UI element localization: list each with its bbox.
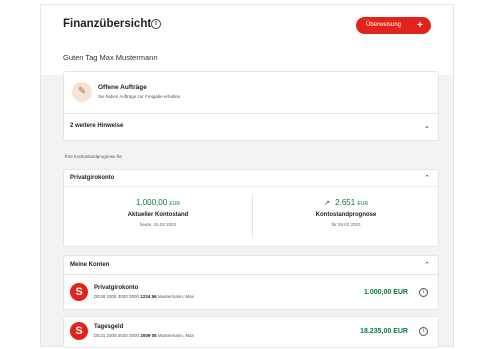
info-icon[interactable]: i	[419, 327, 428, 336]
sparkasse-logo-icon: S	[70, 283, 88, 301]
chevron-up-icon[interactable]: ⌃	[424, 174, 430, 182]
info-icon[interactable]: i	[419, 288, 428, 297]
iban-account-number: 2009 05	[140, 333, 157, 338]
more-hints-toggle[interactable]: 2 weitere Hinweise	[70, 123, 123, 129]
transfer-button-label: Überweisung	[366, 22, 402, 28]
divider	[64, 113, 438, 114]
account-row[interactable]: S Privatgirokonto DE28 2305 3030 0000 12…	[64, 278, 438, 308]
forecast-label: Kontostandprognose	[315, 212, 377, 218]
forecast-header[interactable]: Privatgirokonto ⌃	[64, 170, 438, 187]
trend-up-icon: ↗	[324, 200, 330, 207]
iban-prefix: DE28 2305 3030 0000	[94, 294, 140, 299]
accounts-header[interactable]: Meine Konten	[70, 262, 109, 268]
plus-icon: +	[417, 20, 423, 31]
page-header: Finanzübersicht i Überweisung + Guten Ta…	[41, 5, 453, 75]
current-balance-amount: 1.000,00 EUR	[64, 198, 252, 207]
open-orders-card: ✎ Offene Aufträge Sie haben Aufträge zur…	[63, 71, 439, 141]
account-balance: 1.000,00 EUR	[364, 289, 408, 296]
current-balance-column: 1.000,00 EUR Aktueller Kontostand heute,…	[64, 198, 252, 227]
forecast-account-label: Privatgirokonto	[70, 175, 115, 181]
account-name: Privatgirokonto	[94, 285, 139, 291]
chevron-up-icon[interactable]: ⌃	[424, 261, 430, 269]
forecast-value: 2.651	[335, 198, 356, 207]
page-title: Finanzübersicht	[63, 18, 152, 30]
open-orders-title[interactable]: Offene Aufträge	[98, 84, 147, 91]
divider	[64, 274, 438, 275]
account-iban: DE28 2305 3030 0000 1234 56 Mustermann, …	[94, 294, 194, 299]
account-balance: 18.235,00 EUR	[360, 328, 408, 335]
forecast-currency: EUR	[357, 201, 368, 207]
sparkasse-logo-icon: S	[70, 322, 88, 340]
chevron-down-icon[interactable]: ⌄	[424, 122, 430, 130]
current-balance-label: Aktueller Kontostand	[127, 212, 189, 218]
forecast-column: ↗ 2.651 EUR Kontostandprognose für 28.02…	[252, 198, 440, 227]
app-window: Finanzübersicht i Überweisung + Guten Ta…	[40, 4, 454, 348]
current-balance-currency: EUR	[169, 201, 180, 207]
current-balance-date: heute, 15.02.2023	[139, 222, 177, 227]
account-owner: Mustermann, Max	[157, 333, 194, 338]
forecast-caption: Ihre Kontostandprognose für	[65, 154, 123, 159]
forecast-date: für 28.02.2023	[331, 222, 361, 227]
transfer-button[interactable]: Überweisung +	[356, 17, 431, 34]
account-owner: Mustermann, Max	[157, 294, 194, 299]
info-icon[interactable]: i	[151, 19, 161, 29]
current-balance-value: 1.000,00	[136, 198, 168, 207]
forecast-card: Privatgirokonto ⌃ 1.000,00 EUR Aktueller…	[63, 169, 439, 247]
account-iban: DE31 2305 3030 0000 2009 05 Mustermann, …	[94, 333, 194, 338]
account-row[interactable]: S Tagesgeld DE31 2305 3030 0000 2009 05 …	[64, 317, 438, 347]
accounts-card: Meine Konten ⌃ S Privatgirokonto DE28 23…	[63, 255, 439, 310]
open-orders-subtitle: Sie haben Aufträge zur Freigabe erhalten	[98, 94, 181, 99]
account-card-tagesgeld[interactable]: S Tagesgeld DE31 2305 3030 0000 2009 05 …	[63, 316, 439, 348]
greeting-text: Guten Tag Max Mustermann	[63, 53, 158, 62]
forecast-amount: ↗ 2.651 EUR	[252, 198, 440, 207]
account-name: Tagesgeld	[94, 324, 124, 330]
iban-prefix: DE31 2305 3030 0000	[94, 333, 140, 338]
iban-account-number: 1234 56	[140, 294, 157, 299]
pen-icon: ✎	[72, 82, 92, 102]
